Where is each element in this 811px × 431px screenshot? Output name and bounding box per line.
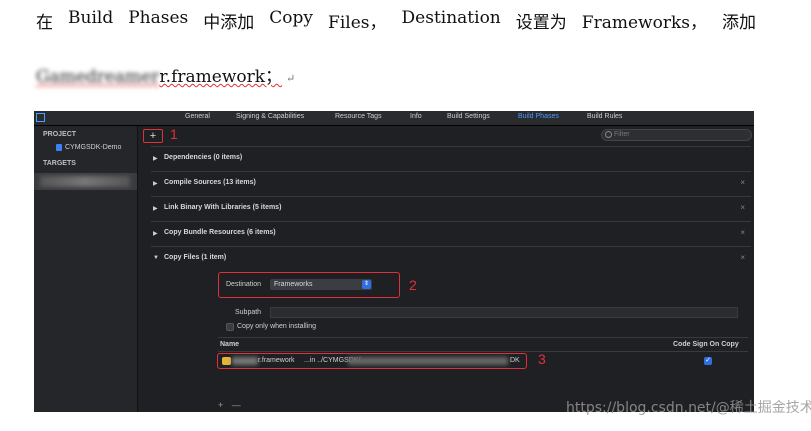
tab-build-phases[interactable]: Build Phases	[518, 113, 559, 120]
doc-word: Build	[68, 8, 114, 28]
tab-resource-tags[interactable]: Resource Tags	[335, 113, 382, 120]
doc-filename-line: Gamedreamerr.framework； ↵	[36, 62, 295, 87]
tab-general[interactable]: General	[185, 113, 210, 120]
doc-word: 设置为	[515, 13, 567, 33]
annotation-label: 2	[409, 277, 417, 293]
project-header: PROJECT	[43, 131, 77, 138]
phase-label: Copy Bundle Resources (6 items)	[164, 229, 276, 236]
paragraph-mark-icon: ↵	[286, 72, 296, 85]
blurred-text	[348, 357, 508, 365]
phase-copy-files[interactable]: ▼ Copy Files (1 item) ×	[151, 246, 751, 271]
table-row[interactable]: r.framework ...in ../CYMGSDK/ DK ✓	[217, 353, 748, 369]
tab-signing[interactable]: Signing & Capabilities	[236, 113, 304, 120]
editor-tab-bar: General Signing & Capabilities Resource …	[34, 111, 754, 126]
destination-label: Destination	[226, 281, 262, 288]
add-build-phase-button[interactable]: +	[143, 129, 163, 143]
project-file-icon	[56, 144, 62, 151]
disclosure-right-icon[interactable]: ▶	[153, 230, 158, 237]
watermark: https://blog.csdn.net/@稀土掘金技术社区	[566, 400, 811, 416]
filename-suffix: r.framework；	[159, 67, 283, 87]
sidebar-toggle-icon[interactable]	[36, 113, 45, 122]
destination-select[interactable]: Frameworks ⇕	[270, 279, 372, 290]
doc-filename: Gamedreamerr.framework；	[36, 67, 282, 87]
remove-phase-icon[interactable]: ×	[740, 178, 745, 187]
code-sign-checkbox[interactable]: ✓	[704, 357, 712, 365]
doc-instruction-line: 在 Build Phases 中添加 Copy Files， Destinati…	[36, 8, 756, 33]
project-sidebar: PROJECT CYMGSDK-Demo TARGETS	[34, 126, 138, 412]
add-file-button[interactable]: +	[218, 400, 223, 410]
xcode-window: General Signing & Capabilities Resource …	[34, 111, 754, 412]
remove-phase-icon[interactable]: ×	[740, 253, 745, 262]
filter-placeholder: Filter	[614, 131, 630, 138]
doc-word: Frameworks，	[581, 13, 707, 33]
doc-word: Destination	[401, 8, 501, 28]
disclosure-down-icon[interactable]: ▼	[153, 255, 159, 261]
remove-file-button[interactable]: —	[232, 400, 241, 410]
blurred-text: Gamedreamer	[36, 67, 160, 87]
tab-build-rules[interactable]: Build Rules	[587, 113, 622, 120]
subpath-label: Subpath	[235, 309, 262, 316]
column-header-code-sign[interactable]: Code Sign On Copy	[673, 341, 739, 348]
doc-word: 中添加	[203, 13, 255, 33]
doc-word: 添加	[722, 13, 756, 33]
disclosure-right-icon[interactable]: ▶	[153, 155, 158, 162]
remove-phase-icon[interactable]: ×	[740, 228, 745, 237]
phase-dependencies[interactable]: ▶ Dependencies (0 items)	[151, 146, 751, 171]
table-footer: + —	[218, 400, 241, 410]
filter-input[interactable]: Filter	[601, 129, 752, 141]
phase-label: Compile Sources (13 items)	[164, 179, 256, 186]
phase-compile-sources[interactable]: ▶ Compile Sources (13 items) ×	[151, 171, 751, 196]
destination-value: Frameworks	[274, 281, 313, 288]
sidebar-item-project[interactable]: CYMGSDK-Demo	[56, 144, 121, 151]
copy-only-checkbox[interactable]	[226, 323, 234, 331]
disclosure-right-icon[interactable]: ▶	[153, 180, 158, 187]
phase-copy-bundle-resources[interactable]: ▶ Copy Bundle Resources (6 items) ×	[151, 221, 751, 246]
disclosure-right-icon[interactable]: ▶	[153, 205, 158, 212]
file-name: r.framework	[258, 357, 295, 364]
annotation-label: 1	[170, 126, 178, 142]
chevron-updown-icon: ⇕	[362, 280, 371, 289]
sidebar-item-target[interactable]	[34, 173, 137, 190]
build-phases-panel: + 1 Filter ▶ Dependencies (0 items) ▶ Co…	[138, 126, 754, 412]
file-path-end: DK	[510, 357, 520, 364]
phase-label: Dependencies (0 items)	[164, 154, 243, 161]
table-header: Name Code Sign On Copy	[218, 338, 748, 352]
sidebar-item-label: CYMGSDK-Demo	[65, 144, 122, 151]
phase-label: Link Binary With Libraries (5 items)	[164, 204, 282, 211]
subpath-input[interactable]	[270, 307, 738, 318]
blurred-target-name	[40, 176, 130, 187]
phase-link-binary[interactable]: ▶ Link Binary With Libraries (5 items) ×	[151, 196, 751, 221]
phase-label: Copy Files (1 item)	[164, 254, 227, 261]
doc-word: Phases	[128, 8, 189, 28]
doc-word: Copy	[269, 8, 314, 28]
column-header-name[interactable]: Name	[220, 341, 239, 348]
doc-word: 在	[36, 13, 53, 33]
filter-icon	[605, 131, 612, 138]
copy-only-label: Copy only when installing	[237, 323, 316, 330]
doc-word: Files，	[328, 13, 387, 33]
remove-phase-icon[interactable]: ×	[740, 203, 745, 212]
targets-header: TARGETS	[43, 160, 76, 167]
annotation-label: 3	[538, 351, 546, 367]
tab-info[interactable]: Info	[410, 113, 422, 120]
framework-icon	[222, 357, 231, 365]
tab-build-settings[interactable]: Build Settings	[447, 113, 490, 120]
blurred-text	[232, 357, 258, 365]
